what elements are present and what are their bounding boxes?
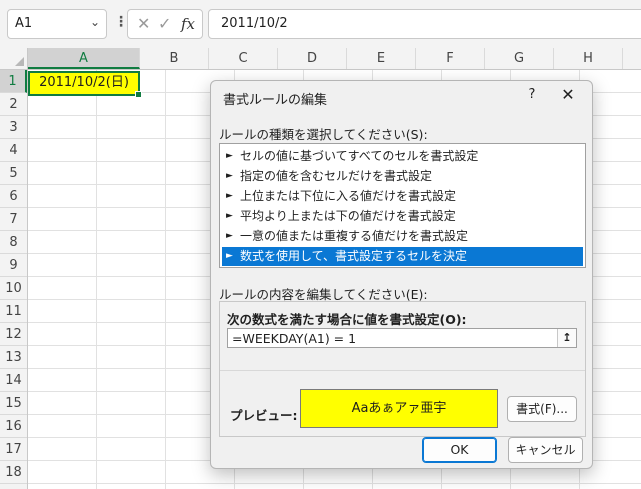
edit-formatting-rule-dialog: 書式ルールの編集 ? ✕ ルールの種類を選択してください(S): ► セルの値に… — [210, 80, 593, 469]
divider — [220, 370, 585, 371]
row-header[interactable]: 18 — [0, 461, 27, 484]
row-header[interactable]: 11 — [0, 300, 27, 323]
ok-button[interactable]: OK — [422, 437, 497, 463]
row-header[interactable]: 14 — [0, 369, 27, 392]
arrow-right-icon: ► — [226, 231, 233, 241]
rule-type-label: セルの値に基づいてすべてのセルを書式設定 — [240, 149, 479, 163]
arrow-right-icon: ► — [226, 191, 233, 201]
formula-bar-buttons: ✕ ✓ fx — [127, 9, 203, 39]
column-header-g[interactable]: G — [485, 48, 554, 69]
formula-input[interactable]: 2011/10/2 — [208, 9, 641, 39]
arrow-right-icon: ► — [226, 211, 233, 221]
chevron-down-icon[interactable]: ⌄ — [90, 15, 100, 29]
cell-a1-value: 2011/10/2(日) — [39, 75, 129, 90]
rule-type-label: 指定の値を含むセルだけを書式設定 — [240, 169, 433, 183]
preview-text: Aaあぁアァ亜宇 — [351, 401, 447, 416]
rule-type-item[interactable]: ► 一意の値または重複する値だけを書式設定 — [222, 227, 583, 246]
row-header[interactable]: 6 — [0, 185, 27, 208]
name-box[interactable]: A1 ⌄ — [7, 9, 107, 39]
row-header[interactable]: 13 — [0, 346, 27, 369]
dialog-title: 書式ルールの編集 — [223, 93, 328, 108]
formula-bar-separator: ⋮ — [114, 14, 128, 30]
formula-bar: A1 ⌄ ⋮ ✕ ✓ fx 2011/10/2 — [0, 0, 641, 48]
row-header[interactable]: 8 — [0, 231, 27, 254]
column-header-a[interactable]: A — [28, 48, 140, 69]
rule-description-panel: 次の数式を満たす場合に値を書式設定(O): =WEEKDAY(A1) = 1 ↥… — [219, 301, 586, 437]
rule-formula-input[interactable]: =WEEKDAY(A1) = 1 ↥ — [227, 328, 577, 348]
insert-function-icon[interactable]: fx — [181, 15, 195, 33]
row-header[interactable]: 12 — [0, 323, 27, 346]
row-header[interactable]: 9 — [0, 254, 27, 277]
column-headers: A B C D E F G H — [0, 48, 641, 70]
row-header[interactable]: 3 — [0, 116, 27, 139]
check-icon[interactable]: ✓ — [158, 14, 171, 33]
arrow-right-icon: ► — [226, 171, 233, 181]
column-header-f[interactable]: F — [416, 48, 485, 69]
rule-type-label: 上位または下位に入る値だけを書式設定 — [240, 189, 457, 203]
select-all-corner[interactable] — [0, 48, 28, 69]
rule-type-item[interactable]: ► 指定の値を含むセルだけを書式設定 — [222, 167, 583, 186]
rule-type-item[interactable]: ► 平均より上または下の値だけを書式設定 — [222, 207, 583, 226]
close-icon[interactable]: ✕ — [556, 85, 580, 104]
column-header-c[interactable]: C — [209, 48, 278, 69]
arrow-right-icon: ► — [226, 151, 233, 161]
row-header[interactable]: 1 — [0, 70, 27, 93]
row-header[interactable]: 7 — [0, 208, 27, 231]
column-header-e[interactable]: E — [347, 48, 416, 69]
column-header-b[interactable]: B — [140, 48, 209, 69]
row-header[interactable]: 16 — [0, 415, 27, 438]
rule-type-label: 平均より上または下の値だけを書式設定 — [240, 209, 456, 223]
row-header[interactable]: 4 — [0, 139, 27, 162]
formula-condition-label: 次の数式を満たす場合に値を書式設定(O): — [227, 312, 467, 327]
cell-a1[interactable]: 2011/10/2(日) — [28, 71, 142, 98]
row-header[interactable]: 5 — [0, 162, 27, 185]
row-header[interactable]: 15 — [0, 392, 27, 415]
row-header[interactable]: 10 — [0, 277, 27, 300]
formula-value: 2011/10/2 — [221, 16, 288, 31]
rule-formula-value: =WEEKDAY(A1) = 1 — [232, 331, 357, 346]
fill-handle[interactable] — [135, 91, 142, 98]
format-button[interactable]: 書式(F)... — [507, 396, 577, 422]
format-preview: Aaあぁアァ亜宇 — [300, 389, 498, 428]
help-button[interactable]: ? — [520, 87, 544, 102]
rule-type-item[interactable]: ► セルの値に基づいてすべてのセルを書式設定 — [222, 147, 583, 166]
column-header-h[interactable]: H — [554, 48, 623, 69]
rule-type-label: 一意の値または重複する値だけを書式設定 — [240, 229, 469, 243]
rule-type-label: 数式を使用して、書式設定するセルを決定 — [240, 249, 468, 263]
rule-type-label: ルールの種類を選択してください(S): — [219, 127, 428, 142]
row-headers: 1 2 3 4 5 6 7 8 9 10 11 12 13 14 15 16 1… — [0, 70, 28, 489]
rule-type-item[interactable]: ► 上位または下位に入る値だけを書式設定 — [222, 187, 583, 206]
cancel-button[interactable]: キャンセル — [508, 437, 583, 463]
collapse-dialog-icon[interactable]: ↥ — [557, 329, 576, 347]
row-header[interactable]: 2 — [0, 93, 27, 116]
row-header[interactable]: 17 — [0, 438, 27, 461]
column-header-d[interactable]: D — [278, 48, 347, 69]
cancel-icon[interactable]: ✕ — [137, 14, 150, 33]
preview-label: プレビュー: — [230, 408, 298, 423]
rule-type-list[interactable]: ► セルの値に基づいてすべてのセルを書式設定 ► 指定の値を含むセルだけを書式設… — [219, 143, 586, 268]
arrow-right-icon: ► — [226, 251, 233, 261]
rule-type-item-selected[interactable]: ► 数式を使用して、書式設定するセルを決定 — [222, 247, 583, 266]
name-box-value: A1 — [15, 16, 33, 31]
